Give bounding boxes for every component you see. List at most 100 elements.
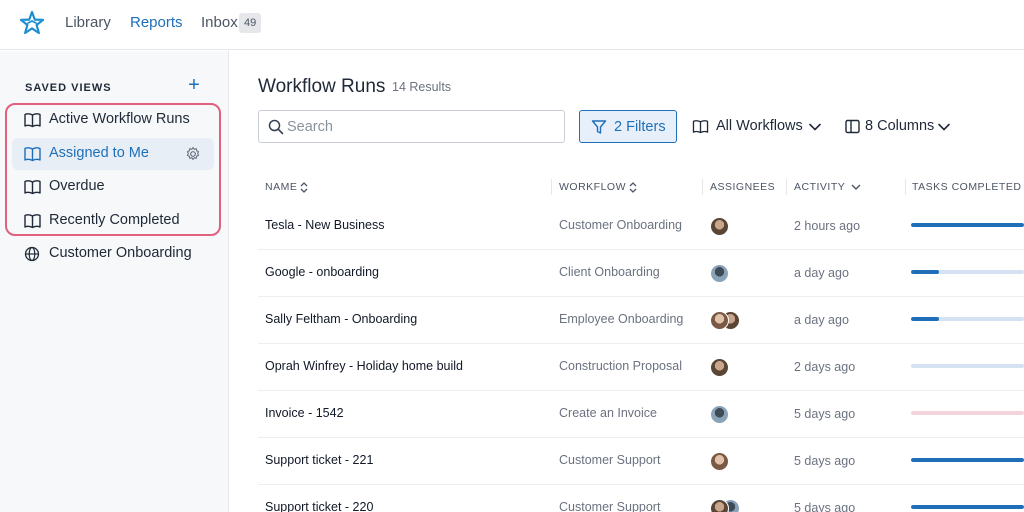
row-name[interactable]: Google - onboarding — [265, 265, 379, 279]
filters-button[interactable]: 2 Filters — [579, 110, 677, 143]
table-row[interactable]: Support ticket - 221 Customer Support 5 da… — [258, 438, 1024, 485]
table-row[interactable]: Google - onboarding Client Onboarding a da… — [258, 250, 1024, 297]
column-header-label: TASKS COMPLETED — [912, 181, 1022, 193]
search-input[interactable] — [287, 116, 557, 138]
table-row[interactable]: Sally Feltham - Onboarding Employee Onboa… — [258, 297, 1024, 344]
assignee-avatars — [710, 217, 750, 237]
book-icon — [24, 113, 41, 128]
tasks-progress-bar — [911, 505, 1024, 509]
column-divider — [786, 179, 787, 195]
sidebar-item-overdue[interactable]: Overdue — [12, 171, 214, 203]
filters-label: 2 Filters — [614, 119, 666, 135]
row-workflow: Customer Support — [559, 500, 661, 512]
sidebar-item-customer-onboarding[interactable]: Customer Onboarding — [12, 238, 214, 270]
sidebar-item-assigned-to-me[interactable]: Assigned to Me — [12, 138, 214, 170]
inbox-count-badge: 49 — [239, 13, 262, 33]
avatar — [710, 452, 729, 471]
nav-library-link[interactable]: Library — [65, 14, 111, 31]
row-workflow: Client Onboarding — [559, 265, 660, 279]
chevron-down-icon — [809, 123, 821, 131]
column-header-label: ASSIGNEES — [710, 181, 776, 193]
table-row[interactable]: Oprah Winfrey - Holiday home build Constr… — [258, 344, 1024, 391]
columns-dropdown[interactable]: 8 Columns — [845, 110, 955, 143]
row-workflow: Employee Onboarding — [559, 312, 684, 326]
row-activity: 5 days ago — [794, 407, 856, 421]
row-activity: 2 days ago — [794, 360, 856, 374]
top-nav-bar: Library Reports Inbox 49 — [0, 0, 1024, 50]
tasks-progress-bar — [911, 317, 1024, 321]
row-name[interactable]: Sally Feltham - Onboarding — [265, 312, 417, 326]
tasks-progress-fill — [911, 317, 940, 321]
column-header-assignees[interactable]: ASSIGNEES — [710, 181, 775, 193]
add-view-button[interactable]: + — [185, 75, 203, 95]
workflows-dropdown[interactable]: All Workflows — [692, 110, 824, 143]
row-activity: a day ago — [794, 313, 849, 327]
row-name[interactable]: Invoice - 1542 — [265, 406, 344, 420]
column-divider — [905, 179, 906, 195]
row-name[interactable]: Tesla - New Business — [265, 218, 385, 232]
avatar — [710, 311, 729, 330]
column-divider — [702, 179, 703, 195]
sidebar-item-recently-completed[interactable]: Recently Completed — [12, 205, 214, 237]
saved-views-heading: SAVED VIEWS — [25, 82, 112, 94]
column-header-tasks-completed[interactable]: TASKS COMPLETED — [912, 181, 1024, 193]
tasks-progress-bar — [911, 458, 1024, 462]
chevron-down-icon — [938, 123, 950, 131]
column-header-label: ACTIVITY — [794, 181, 846, 193]
column-header-name[interactable]: NAME — [265, 181, 308, 193]
columns-dropdown-label: 8 Columns — [865, 118, 935, 134]
tasks-progress-bar — [911, 411, 1024, 415]
nav-reports-link[interactable]: Reports — [130, 14, 183, 31]
globe-icon — [24, 246, 40, 262]
gear-icon[interactable] — [185, 146, 201, 162]
sidebar-item-label: Recently Completed — [49, 212, 180, 228]
tasks-progress-fill — [911, 458, 1024, 462]
tasks-progress-bar — [911, 223, 1024, 227]
filter-icon — [591, 120, 607, 134]
column-header-workflow[interactable]: WORKFLOW — [559, 181, 637, 193]
column-divider — [551, 179, 552, 195]
row-activity: a day ago — [794, 266, 849, 280]
nav-inbox-link[interactable]: Inbox — [201, 14, 238, 31]
table-row[interactable]: Invoice - 1542 Create an Invoice 5 days ag… — [258, 391, 1024, 438]
sort-icon — [300, 181, 308, 193]
tasks-progress-bar — [911, 364, 1024, 368]
tasks-progress-fill — [911, 270, 940, 274]
tasks-progress-fill — [911, 223, 1024, 227]
avatar — [710, 264, 729, 283]
row-activity: 5 days ago — [794, 454, 856, 468]
tasks-progress-fill — [911, 505, 1024, 509]
page-title: Workflow Runs — [258, 76, 386, 97]
column-header-activity[interactable]: ACTIVITY — [794, 181, 861, 193]
results-count: 14 Results — [392, 80, 452, 94]
assignee-avatars — [710, 358, 750, 378]
search-box[interactable] — [258, 110, 565, 143]
row-name[interactable]: Support ticket - 221 — [265, 453, 373, 467]
row-name[interactable]: Oprah Winfrey - Holiday home build — [265, 359, 463, 373]
sidebar: SAVED VIEWS + Active Workflow Runs Assig… — [0, 51, 229, 512]
row-workflow: Construction Proposal — [559, 359, 682, 373]
book-icon — [24, 214, 41, 229]
table-row[interactable]: Support ticket - 220 Customer Support 5 da… — [258, 485, 1024, 512]
assignee-avatars — [710, 405, 750, 425]
star-logo-icon[interactable] — [19, 10, 45, 36]
sort-descending-icon — [851, 184, 861, 191]
assignee-avatars — [710, 311, 750, 331]
column-header-label: WORKFLOW — [559, 181, 626, 193]
column-header-label: NAME — [265, 181, 298, 193]
book-icon — [692, 120, 709, 134]
row-name[interactable]: Support ticket - 220 — [265, 500, 373, 512]
columns-icon — [845, 119, 860, 134]
workflows-dropdown-label: All Workflows — [716, 118, 803, 134]
tasks-progress-bar — [911, 270, 1024, 274]
assignee-avatars — [710, 499, 750, 512]
table-row[interactable]: Tesla - New Business Customer Onboarding 2… — [258, 203, 1024, 250]
avatar — [710, 358, 729, 377]
avatar — [710, 405, 729, 424]
book-icon — [24, 180, 41, 195]
main-content: Workflow Runs 14 Results 2 Filters All W… — [230, 51, 1024, 512]
sort-icon — [629, 181, 637, 193]
avatar — [710, 499, 729, 512]
row-workflow: Customer Support — [559, 453, 661, 467]
sidebar-item-active-workflow-runs[interactable]: Active Workflow Runs — [12, 104, 214, 136]
